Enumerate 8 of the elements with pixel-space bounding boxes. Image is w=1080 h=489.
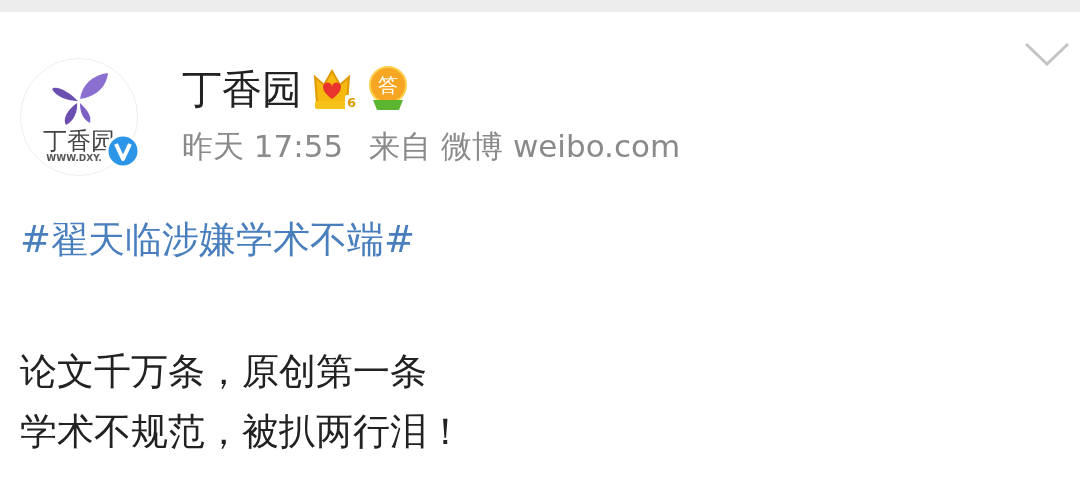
post-text: 论文千万条，原创第一条: [20, 349, 428, 395]
post-time: 昨天 17:55: [182, 127, 344, 166]
logo-url: WWW.DXY.: [46, 153, 102, 163]
topic-link[interactable]: #翟天临涉嫌学术不端#: [20, 218, 415, 261]
post-text: 学术不规范，被扒两行泪！: [20, 409, 465, 455]
chevron-down-icon[interactable]: [1024, 42, 1070, 66]
post-source: 来自 微博 weibo.com: [369, 127, 681, 166]
author-name[interactable]: 丁香园: [182, 61, 302, 117]
